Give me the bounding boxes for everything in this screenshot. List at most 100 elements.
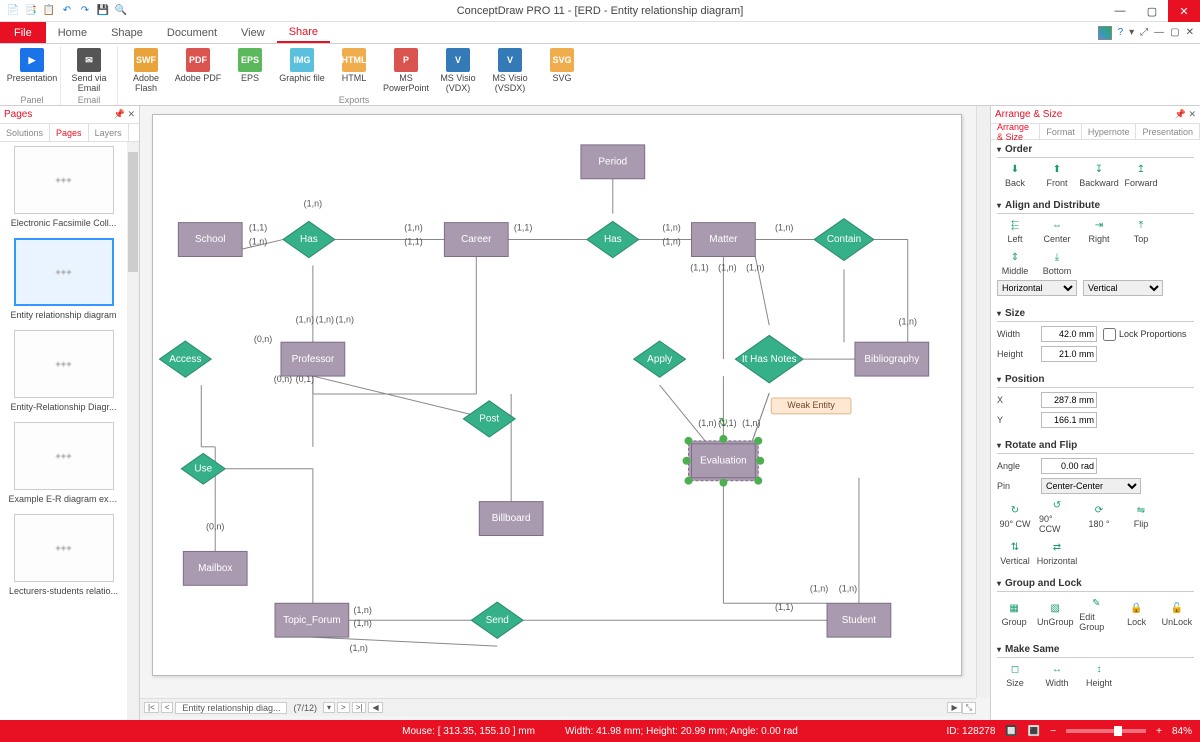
relationship-access[interactable]: Access	[159, 341, 211, 377]
zoom-in-button[interactable]: +	[1156, 726, 1162, 737]
section-rotate[interactable]: Rotate and Flip	[997, 440, 1194, 454]
ribbon-send-via-email[interactable]: ✉Send via Email	[65, 46, 113, 95]
arrange-tab-presentation[interactable]: Presentation	[1136, 124, 1200, 139]
entity-billboard[interactable]: Billboard	[479, 502, 543, 536]
panel-pin-close[interactable]: 📌 ✕	[1175, 109, 1196, 120]
page-tab[interactable]: Entity relationship diag...	[175, 702, 287, 714]
distribute-horizontal-select[interactable]: Horizontal	[997, 280, 1077, 296]
undo-icon[interactable]: ↶	[60, 4, 74, 18]
group-btns-group[interactable]: ▦Group	[997, 601, 1031, 627]
search-icon[interactable]: 🔍	[114, 4, 128, 18]
same-btns-size[interactable]: ◻Size	[997, 662, 1033, 688]
rotate-btns-90-cw[interactable]: ↻90° CW	[997, 503, 1033, 529]
align-btns-bottom[interactable]: ⤓Bottom	[1039, 250, 1075, 276]
entity-bibliography[interactable]: Bibliography	[855, 342, 929, 376]
panel-pin-close[interactable]: 📌 ✕	[114, 109, 135, 120]
rotate-btns-horizontal[interactable]: ⇄Horizontal	[1039, 540, 1075, 566]
chevron-icon[interactable]: ▾	[1129, 27, 1134, 38]
redo-icon[interactable]: ↷	[78, 4, 92, 18]
page-thumbnail[interactable]: ◈◈◈Example E-R diagram ext...	[4, 422, 123, 504]
ribbon-ms-visio-vdx-[interactable]: VMS Visio (VDX)	[434, 46, 482, 95]
ribbon-ms-visio-vsdx-[interactable]: VMS Visio (VSDX)	[486, 46, 534, 95]
group-btns-ungroup[interactable]: ▧UnGroup	[1037, 601, 1073, 627]
align-btns-right[interactable]: ⇥Right	[1081, 218, 1117, 244]
distribute-vertical-select[interactable]: Vertical	[1083, 280, 1163, 296]
qat-icon[interactable]: 📋	[42, 4, 56, 18]
section-position[interactable]: Position	[997, 374, 1194, 388]
pages-tab-pages[interactable]: Pages	[50, 124, 89, 141]
relationship-has1[interactable]: Has	[283, 221, 335, 257]
help-icon[interactable]: ?	[1118, 27, 1124, 38]
ribbon-presentation[interactable]: ▶Presentation	[8, 46, 56, 95]
close-button[interactable]: ✕	[1168, 0, 1200, 22]
page-dropdown-button[interactable]: ▾	[323, 702, 335, 713]
relationship-has2[interactable]: Has	[587, 221, 639, 257]
entity-topic_forum[interactable]: Topic_Forum	[275, 603, 349, 637]
status-icon[interactable]: 🔲	[1005, 726, 1017, 737]
zoom-slider[interactable]	[1066, 729, 1146, 733]
entity-mailbox[interactable]: Mailbox	[183, 551, 247, 585]
relationship-ithasnotes[interactable]: It Has Notes	[735, 335, 803, 382]
tab-home[interactable]: Home	[46, 22, 99, 43]
arrange-tab-format[interactable]: Format	[1040, 124, 1082, 139]
ribbon-graphic-file[interactable]: IMGGraphic file	[278, 46, 326, 95]
tab-view[interactable]: View	[229, 22, 277, 43]
min-ribbon-icon[interactable]: ⤢	[1140, 27, 1148, 38]
page-next-button[interactable]: >	[337, 702, 350, 713]
rotate-btns-180-[interactable]: ⟳180 °	[1081, 503, 1117, 529]
entity-matter[interactable]: Matter	[692, 223, 756, 257]
ribbon-eps[interactable]: EPSEPS	[226, 46, 274, 95]
zoom-out-button[interactable]: −	[1050, 726, 1056, 737]
thumbs-scrollbar[interactable]	[127, 142, 139, 720]
ribbon-svg[interactable]: SVGSVG	[538, 46, 586, 95]
section-same[interactable]: Make Same	[997, 644, 1194, 658]
order-btns-front[interactable]: ⬆Front	[1039, 162, 1075, 188]
relationship-send[interactable]: Send	[471, 602, 523, 638]
group-btns-lock[interactable]: 🔒Lock	[1120, 601, 1154, 627]
group-btns-unlock[interactable]: 🔓UnLock	[1160, 601, 1194, 627]
ribbon-adobe-pdf[interactable]: PDFAdobe PDF	[174, 46, 222, 95]
section-size[interactable]: Size	[997, 308, 1194, 322]
tab-file[interactable]: File	[0, 22, 46, 43]
relationship-contain[interactable]: Contain	[814, 219, 874, 261]
rotate-btns-90-ccw[interactable]: ↺90° CCW	[1039, 498, 1075, 534]
section-order[interactable]: Order	[997, 144, 1194, 158]
close-doc-icon[interactable]: ✕	[1186, 27, 1194, 38]
order-btns-forward[interactable]: ↥Forward	[1123, 162, 1159, 188]
page-prev-button[interactable]: <	[161, 702, 174, 713]
qat-icon[interactable]: 📑	[24, 4, 38, 18]
align-btns-middle[interactable]: ⇕Middle	[997, 250, 1033, 276]
entity-student[interactable]: Student	[827, 603, 891, 637]
minimize-button[interactable]: —	[1104, 0, 1136, 22]
hscroll-right[interactable]: ▶	[947, 702, 961, 713]
maximize-button[interactable]: ▢	[1136, 0, 1168, 22]
group-btns-edit-group[interactable]: ✎Edit Group	[1079, 596, 1113, 632]
page-thumbnail[interactable]: ◈◈◈Entity-Relationship Diagr...	[4, 330, 123, 412]
order-btns-back[interactable]: ⬇Back	[997, 162, 1033, 188]
pages-tab-solutions[interactable]: Solutions	[0, 124, 50, 141]
ribbon-adobe-flash[interactable]: SWFAdobe Flash	[122, 46, 170, 95]
status-icon[interactable]: 🔳	[1028, 726, 1040, 737]
arrange-tab-hypernote[interactable]: Hypernote	[1082, 124, 1137, 139]
pin-select[interactable]: Center-Center	[1041, 478, 1141, 494]
section-align[interactable]: Align and Distribute	[997, 200, 1194, 214]
hscroll-left[interactable]: ◀	[368, 702, 382, 713]
width-input[interactable]	[1041, 326, 1097, 342]
ribbon-ms-powerpoint[interactable]: PMS PowerPoint	[382, 46, 430, 95]
entity-period[interactable]: Period	[581, 145, 645, 179]
order-btns-backward[interactable]: ↧Backward	[1081, 162, 1117, 188]
align-btns-left[interactable]: ⬱Left	[997, 218, 1033, 244]
tab-document[interactable]: Document	[155, 22, 229, 43]
section-group[interactable]: Group and Lock	[997, 578, 1194, 592]
y-input[interactable]	[1041, 412, 1097, 428]
entity-school[interactable]: School	[178, 223, 242, 257]
tab-shape[interactable]: Shape	[99, 22, 155, 43]
pages-tab-layers[interactable]: Layers	[89, 124, 129, 141]
page-thumbnail[interactable]: ◈◈◈Electronic Facsimile Coll...	[4, 146, 123, 228]
page-thumbnail[interactable]: ◈◈◈Entity relationship diagram	[4, 238, 123, 320]
tab-share[interactable]: Share	[277, 22, 330, 43]
entity-professor[interactable]: Professor	[281, 342, 345, 376]
max-doc-icon[interactable]: ▢	[1170, 27, 1179, 38]
page-last-button[interactable]: >|	[352, 702, 367, 713]
palette-icon[interactable]	[1098, 26, 1112, 40]
